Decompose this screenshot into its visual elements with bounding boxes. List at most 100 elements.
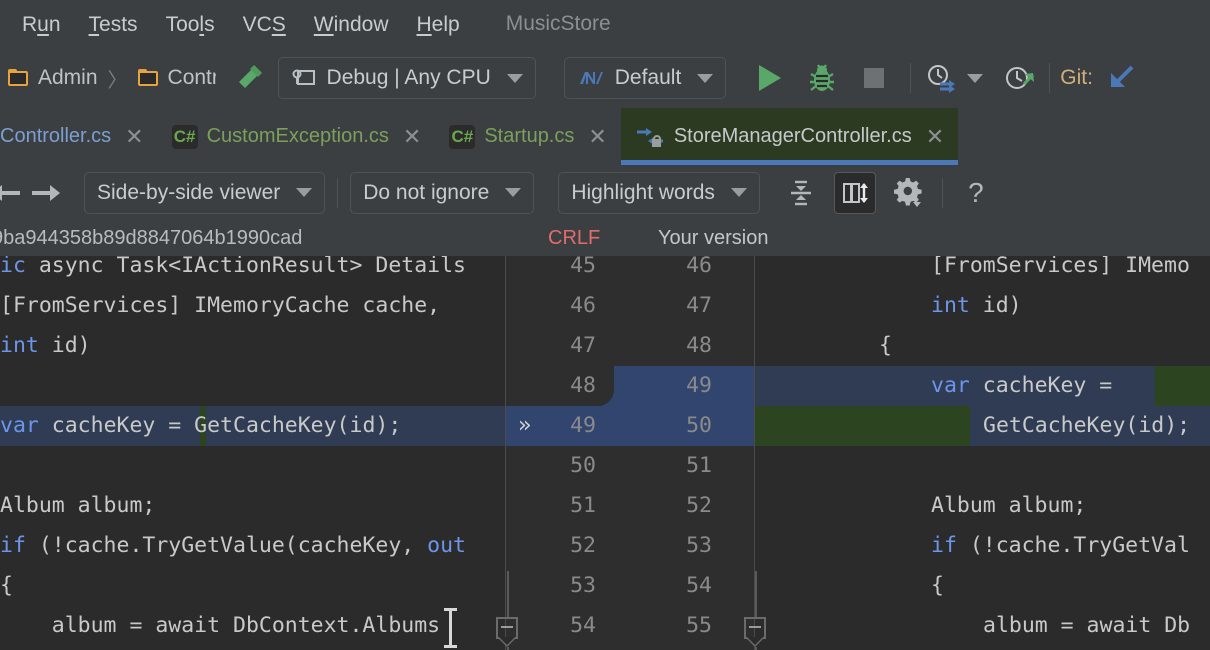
menu-item-help-label: Help [417,13,460,36]
close-icon[interactable]: ✕ [403,126,421,148]
line-number-left: 50 [532,446,596,486]
diff-toolbar-divider [337,178,338,208]
close-icon[interactable]: ✕ [588,126,606,148]
code-line: { [0,566,506,606]
line-number-left: 45 [532,256,596,286]
tab-customexception-cs[interactable]: C# CustomException.cs ✕ [158,108,436,165]
viewer-mode-selector[interactable]: Side-by-side viewer [84,172,325,214]
line-number-left: 51 [532,486,596,526]
next-difference-button[interactable] [32,176,66,210]
profile-button[interactable] [999,58,1039,98]
line-number-right: 48 [648,326,712,366]
highlight-mode-selector[interactable]: Highlight words [558,172,760,214]
apply-change-button[interactable]: » [518,406,531,446]
menu-item-tools[interactable]: Tools [152,14,229,35]
line-number-left: 54 [532,606,596,646]
code-line: { [931,566,1210,606]
fold-tip-inner [499,637,515,645]
right-version-label: Your version [658,220,768,256]
line-number-left: 46 [532,286,596,326]
viewer-mode-label: Side-by-side viewer [97,181,280,205]
diff-help-button[interactable]: ? [955,172,997,214]
line-number-right: 47 [648,286,712,326]
breadcrumb-item-admin[interactable]: Admin [8,66,98,90]
update-project-button[interactable] [1103,58,1143,98]
breadcrumb-item-admin-label: Admin [38,66,98,90]
whitespace-mode-label: Do not ignore [363,181,489,205]
prev-difference-button[interactable] [0,176,20,210]
code-line: var cacheKey = GetCacheKey(id); [0,406,506,446]
fold-minus-icon[interactable] [496,617,520,647]
line-number-left: 48 [532,366,596,406]
menu-item-help[interactable]: Help [403,14,474,35]
chevron-down-icon [296,188,312,197]
diff-pane-left[interactable]: ic async Task<IActionResult> Details [Fr… [0,256,506,650]
help-icon: ? [968,177,984,209]
highlight-mode-label: Highlight words [571,181,715,205]
update-project-icon [1106,62,1140,94]
csharp-icon: C# [172,125,198,149]
hammer-icon[interactable] [228,61,266,95]
solution-configuration-icon [291,67,317,89]
solution-configuration-label: Debug | Any CPU [327,66,491,90]
run-configuration-label: Default [615,66,682,90]
breadcrumb-item-controllers[interactable]: Contro [138,66,216,90]
code-line: var cacheKey = [931,366,1210,406]
code-line: if (!cache.TryGetVal [931,526,1210,566]
menu-item-run[interactable]: Run [0,14,75,35]
diff-pane-right[interactable]: [FromServices] IMemo int id) { var cache… [755,256,1210,650]
gear-icon [894,178,924,208]
git-label: Git: [1060,66,1093,90]
line-number-left: 47 [532,326,596,366]
csharp-icon: C# [449,125,475,149]
fold-minus-icon[interactable] [744,617,768,647]
fold-badge [496,617,518,639]
close-icon[interactable]: ✕ [125,126,143,148]
stop-button[interactable] [854,58,894,98]
line-number-right: 53 [648,526,712,566]
coverage-dropdown-button[interactable] [961,58,989,98]
code-line: Album album; [0,486,506,526]
diff-editor-area: ic async Task<IActionResult> Details [Fr… [0,256,1210,650]
line-number-right: 51 [648,446,712,486]
run-button[interactable] [750,58,790,98]
dotnet-icon [577,67,605,89]
tab-controller-cs[interactable]: Controller.cs ✕ [0,108,158,165]
fold-stem [755,571,757,617]
run-with-coverage-button[interactable] [921,58,961,98]
chevron-down-icon [967,74,983,83]
toolbar-divider [1049,63,1050,93]
diff-gutter[interactable]: » 45 46 47 48 49 50 51 52 53 54 46 47 48… [506,256,755,650]
text-cursor [449,611,452,645]
run-icon [759,65,781,91]
diff-settings-button[interactable] [888,172,930,214]
chevron-down-icon [507,74,523,83]
run-configuration-selector[interactable]: Default [564,57,727,99]
solution-configuration-selector[interactable]: Debug | Any CPU [278,57,536,99]
menu-item-vcs[interactable]: VCS [229,14,300,35]
fold-minus-glyph [501,626,513,628]
menu-item-tests[interactable]: Tests [75,14,152,35]
diff-toolbar: Side-by-side viewer Do not ignore Highli… [0,165,1210,220]
code-line: [FromServices] IMemo [931,256,1210,286]
fold-badge [744,617,766,639]
line-separator-badge[interactable]: CRLF [548,220,600,256]
tab-startup-cs[interactable]: C# Startup.cs ✕ [435,108,620,165]
menu-item-window-label: Window [314,13,389,36]
left-revision-label: 9ba944358b89d8847064b1990cad [0,220,302,256]
fold-minus-glyph [749,626,761,628]
tab-storemanagercontroller-cs[interactable]: StoreManagerController.cs ✕ [621,108,958,165]
close-icon[interactable]: ✕ [926,126,944,148]
debug-button[interactable] [802,58,842,98]
menu-item-window[interactable]: Window [300,14,403,35]
line-number-left: 53 [532,566,596,606]
line-number-right: 52 [648,486,712,526]
breadcrumb-item-controllers-label: Contro [168,66,216,90]
code-line: if (!cache.TryGetValue(cacheKey, out [0,526,506,566]
menu-item-tests-label: Tests [89,13,138,36]
sync-scroll-toggle[interactable] [834,172,876,214]
collapse-unchanged-button[interactable] [780,172,822,214]
collapse-unchanged-icon [786,178,816,208]
inserted-word-highlight [755,406,970,446]
whitespace-mode-selector[interactable]: Do not ignore [350,172,534,214]
